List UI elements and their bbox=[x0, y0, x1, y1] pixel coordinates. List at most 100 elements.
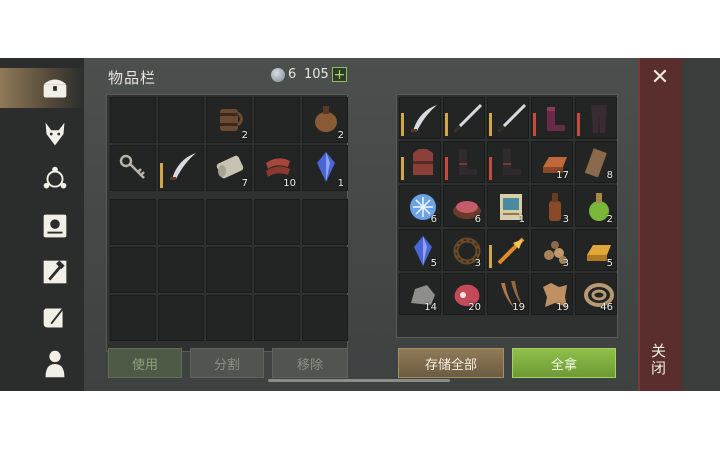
durability-bar bbox=[445, 113, 448, 136]
remove-button[interactable]: 移除 bbox=[272, 348, 348, 378]
inventory-slot[interactable]: 10 bbox=[254, 145, 300, 191]
sidebar-tab[interactable] bbox=[32, 252, 78, 292]
close-panel[interactable] bbox=[638, 58, 682, 391]
durability-bar bbox=[489, 113, 492, 136]
sidebar-tab[interactable] bbox=[32, 206, 78, 246]
inventory-top-grid: 2 2 7 10 1 bbox=[110, 97, 348, 191]
close-icon[interactable]: ✕ bbox=[650, 67, 670, 89]
coin-icon bbox=[271, 68, 285, 82]
storage-slot[interactable]: 19 bbox=[487, 273, 529, 315]
item-quantity: 2 bbox=[241, 130, 248, 141]
inventory-empty-slot[interactable] bbox=[158, 295, 204, 341]
dark-boots-icon bbox=[459, 149, 477, 175]
item-quantity: 20 bbox=[468, 302, 481, 313]
item-quantity: 46 bbox=[600, 302, 613, 313]
add-currency-button[interactable]: + bbox=[332, 67, 347, 82]
scrollbar[interactable] bbox=[268, 379, 450, 382]
item-quantity: 2 bbox=[337, 130, 344, 141]
item-quantity: 17 bbox=[556, 170, 569, 181]
storage-slot[interactable] bbox=[487, 141, 529, 183]
inventory-empty-grid bbox=[110, 199, 348, 341]
storage-slot[interactable]: 6 bbox=[443, 185, 485, 227]
storage-slot[interactable]: 17 bbox=[531, 141, 573, 183]
storage-slot[interactable] bbox=[399, 97, 441, 139]
inventory-slot[interactable]: 2 bbox=[302, 97, 348, 143]
storage-slot[interactable]: 5 bbox=[575, 229, 617, 271]
inventory-empty-slot[interactable] bbox=[158, 199, 204, 245]
inventory-empty-slot[interactable] bbox=[110, 199, 156, 245]
inventory-slot[interactable] bbox=[158, 97, 204, 143]
inventory-slot[interactable] bbox=[110, 97, 156, 143]
item-quantity: 10 bbox=[283, 178, 296, 189]
sidebar-tab[interactable] bbox=[32, 160, 78, 200]
storage-slot[interactable]: 3 bbox=[531, 229, 573, 271]
storage-slot[interactable] bbox=[575, 97, 617, 139]
saber-icon bbox=[170, 153, 196, 180]
storage-grid: 17 8 6 6 1 3 2 5 3 3 5 14 20 19 19 46 bbox=[399, 97, 617, 315]
storage-slot[interactable] bbox=[487, 229, 529, 271]
inventory-slot[interactable] bbox=[158, 145, 204, 191]
inventory-empty-slot[interactable] bbox=[206, 295, 252, 341]
inventory-slot[interactable]: 7 bbox=[206, 145, 252, 191]
dark-boots-icon bbox=[503, 149, 521, 175]
coin-count: 6 bbox=[288, 67, 297, 82]
sidebar-tab[interactable] bbox=[32, 298, 78, 338]
item-quantity: 5 bbox=[606, 258, 613, 269]
use-button[interactable]: 使用 bbox=[108, 348, 182, 378]
inventory-empty-slot[interactable] bbox=[206, 199, 252, 245]
inventory-empty-slot[interactable] bbox=[158, 247, 204, 293]
storage-slot[interactable]: 2 bbox=[575, 185, 617, 227]
storage-slot[interactable]: 3 bbox=[531, 185, 573, 227]
storage-slot[interactable] bbox=[487, 97, 529, 139]
inventory-empty-slot[interactable] bbox=[254, 295, 300, 341]
close-label[interactable]: 关闭 bbox=[649, 343, 669, 377]
item-quantity: 2 bbox=[606, 214, 613, 225]
sun-book-icon bbox=[43, 214, 67, 238]
saber-icon bbox=[411, 105, 437, 132]
storage-slot[interactable]: 8 bbox=[575, 141, 617, 183]
durability-bar bbox=[533, 113, 536, 136]
inventory-slot[interactable]: 1 bbox=[302, 145, 348, 191]
item-quantity: 19 bbox=[512, 302, 525, 313]
inventory-empty-slot[interactable] bbox=[254, 247, 300, 293]
storage-slot[interactable]: 3 bbox=[443, 229, 485, 271]
take-all-button[interactable]: 全拿 bbox=[512, 348, 616, 378]
item-quantity: 1 bbox=[518, 214, 525, 225]
wolf-head-icon bbox=[45, 122, 65, 146]
inventory-slot[interactable]: 2 bbox=[206, 97, 252, 143]
right-edge bbox=[682, 58, 720, 391]
durability-bar bbox=[401, 113, 404, 136]
split-button[interactable]: 分割 bbox=[190, 348, 264, 378]
inventory-empty-slot[interactable] bbox=[302, 247, 348, 293]
storage-slot[interactable]: 19 bbox=[531, 273, 573, 315]
storage-slot[interactable]: 20 bbox=[443, 273, 485, 315]
inventory-empty-slot[interactable] bbox=[206, 247, 252, 293]
sidebar-tab[interactable] bbox=[32, 344, 78, 384]
inventory-empty-slot[interactable] bbox=[302, 295, 348, 341]
inventory-slot[interactable] bbox=[110, 145, 156, 191]
storage-slot[interactable]: 14 bbox=[399, 273, 441, 315]
inventory-empty-slot[interactable] bbox=[110, 247, 156, 293]
sidebar-tab[interactable] bbox=[32, 114, 78, 154]
inventory-slot[interactable] bbox=[254, 97, 300, 143]
store-all-button[interactable]: 存储全部 bbox=[398, 348, 504, 378]
storage-slot[interactable] bbox=[399, 141, 441, 183]
inventory-empty-slot[interactable] bbox=[302, 199, 348, 245]
inventory-empty-slot[interactable] bbox=[254, 199, 300, 245]
storage-slot[interactable] bbox=[443, 141, 485, 183]
storage-slot[interactable] bbox=[443, 97, 485, 139]
red-armor-icon bbox=[413, 149, 433, 175]
storage-slot[interactable] bbox=[531, 97, 573, 139]
storage-slot[interactable]: 6 bbox=[399, 185, 441, 227]
item-quantity: 3 bbox=[562, 214, 569, 225]
storage-slot[interactable]: 1 bbox=[487, 185, 529, 227]
item-quantity: 6 bbox=[474, 214, 481, 225]
sidebar-tab[interactable] bbox=[0, 68, 84, 108]
storage-slot[interactable]: 5 bbox=[399, 229, 441, 271]
inventory-empty-slot[interactable] bbox=[110, 295, 156, 341]
item-quantity: 14 bbox=[424, 302, 437, 313]
scroll-quill-icon bbox=[43, 306, 66, 328]
storage-slot[interactable]: 46 bbox=[575, 273, 617, 315]
key-icon bbox=[119, 154, 145, 179]
durability-bar bbox=[577, 113, 580, 136]
